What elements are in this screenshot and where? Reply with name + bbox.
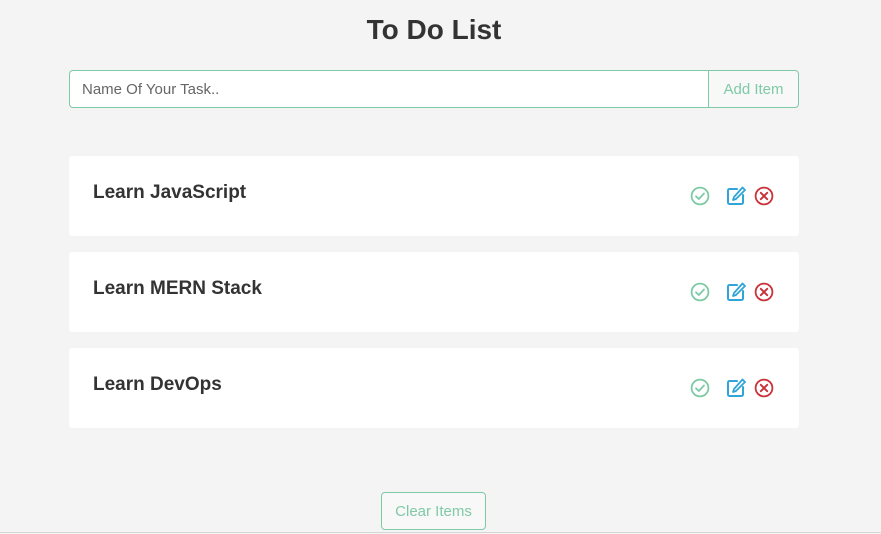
task-name: Learn JavaScript: [93, 182, 247, 203]
task-actions: [689, 281, 775, 303]
task-name-input[interactable]: [69, 70, 708, 108]
edit-icon[interactable]: [725, 377, 747, 399]
page-title: To Do List: [366, 14, 502, 45]
times-circle-icon[interactable]: [753, 377, 775, 399]
times-circle-icon[interactable]: [753, 281, 775, 303]
divider: [0, 532, 881, 533]
task-item: Learn JavaScript: [69, 156, 799, 236]
task-item: Learn MERN Stack: [69, 252, 799, 332]
task-name: Learn MERN Stack: [93, 278, 262, 299]
check-circle-icon[interactable]: [689, 377, 711, 399]
add-task-form: Add Item: [69, 70, 799, 108]
edit-icon[interactable]: [725, 185, 747, 207]
task-list: Learn JavaScript Learn MERN Stack Learn …: [69, 156, 799, 444]
edit-icon[interactable]: [725, 281, 747, 303]
check-circle-icon[interactable]: [689, 281, 711, 303]
task-actions: [689, 185, 775, 207]
check-circle-icon[interactable]: [689, 185, 711, 207]
task-item: Learn DevOps: [69, 348, 799, 428]
times-circle-icon[interactable]: [753, 185, 775, 207]
add-item-button[interactable]: Add Item: [708, 70, 799, 108]
task-actions: [689, 377, 775, 399]
clear-items-button[interactable]: Clear Items: [381, 492, 486, 530]
task-name: Learn DevOps: [93, 374, 222, 395]
